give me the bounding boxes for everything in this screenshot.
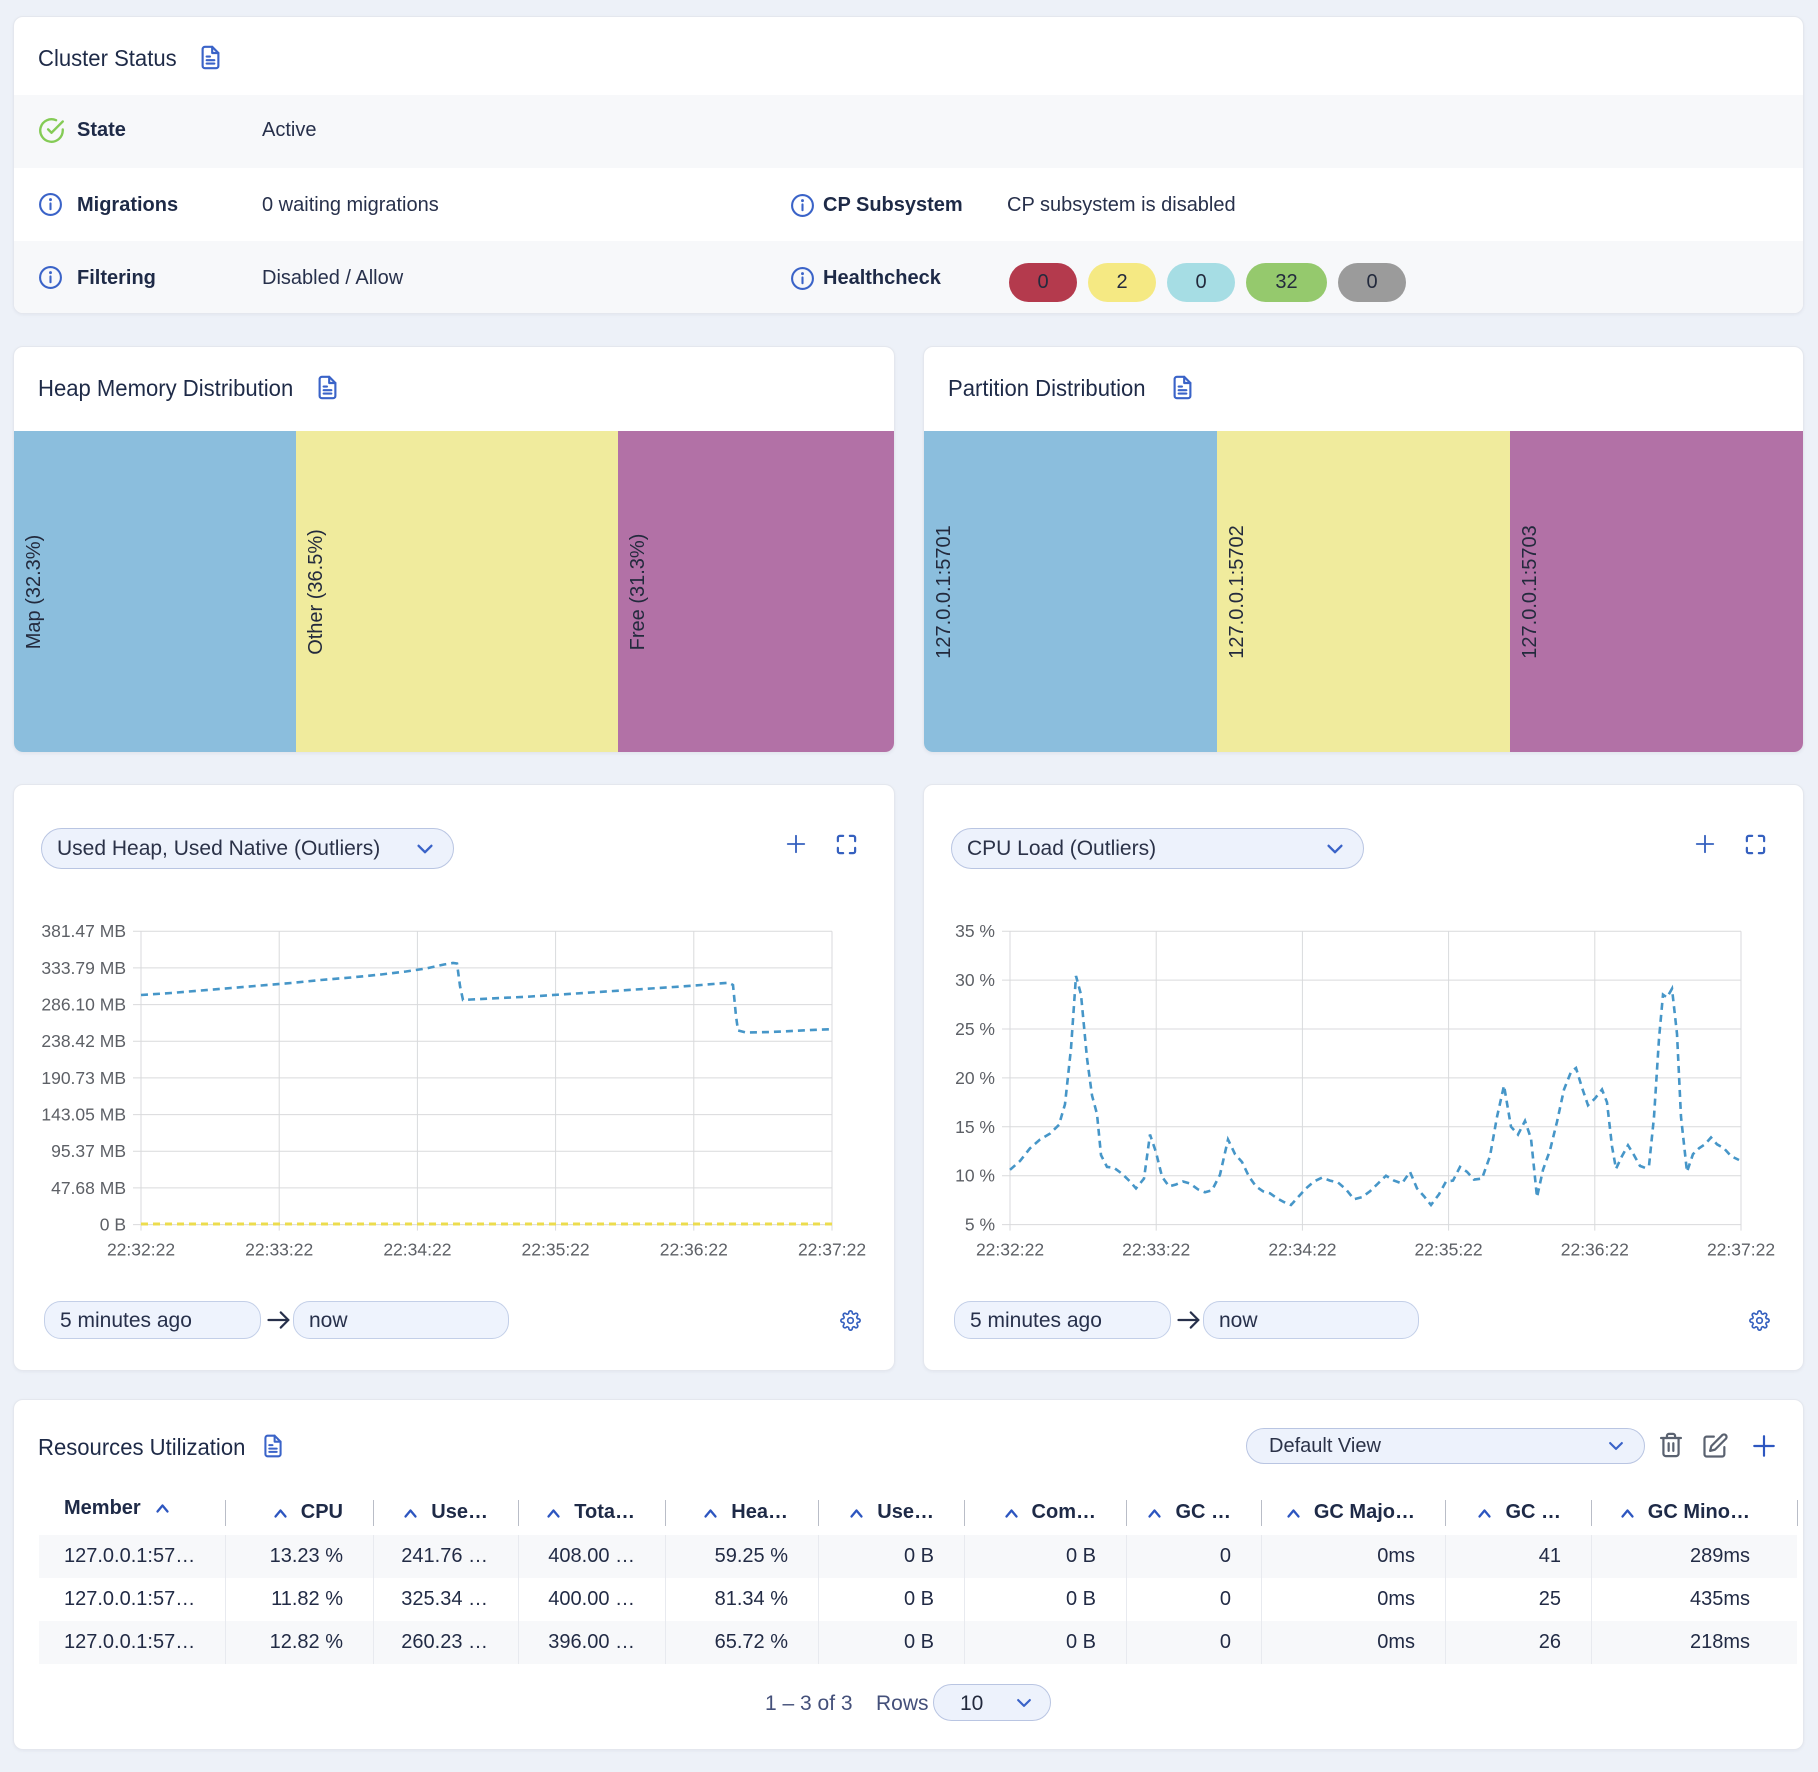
svg-text:22:36:22: 22:36:22 — [660, 1240, 728, 1260]
svg-text:30 %: 30 % — [955, 970, 995, 990]
svg-text:333.79 MB: 333.79 MB — [41, 958, 126, 978]
svg-text:15 %: 15 % — [955, 1117, 995, 1137]
svg-text:10 %: 10 % — [955, 1166, 995, 1186]
svg-text:22:33:22: 22:33:22 — [245, 1240, 313, 1260]
svg-text:238.42 MB: 238.42 MB — [41, 1031, 126, 1051]
svg-text:22:34:22: 22:34:22 — [1268, 1240, 1336, 1260]
svg-text:381.47 MB: 381.47 MB — [41, 921, 126, 941]
svg-text:190.73 MB: 190.73 MB — [41, 1068, 126, 1088]
svg-text:22:32:22: 22:32:22 — [976, 1240, 1044, 1260]
svg-text:22:37:22: 22:37:22 — [1707, 1240, 1775, 1260]
svg-text:143.05 MB: 143.05 MB — [41, 1105, 126, 1125]
svg-text:25 %: 25 % — [955, 1019, 995, 1039]
svg-text:22:34:22: 22:34:22 — [383, 1240, 451, 1260]
svg-text:22:36:22: 22:36:22 — [1561, 1240, 1629, 1260]
svg-text:22:35:22: 22:35:22 — [1415, 1240, 1483, 1260]
svg-text:20 %: 20 % — [955, 1068, 995, 1088]
svg-text:22:33:22: 22:33:22 — [1122, 1240, 1190, 1260]
svg-text:22:32:22: 22:32:22 — [107, 1240, 175, 1260]
svg-text:5 %: 5 % — [965, 1215, 995, 1235]
svg-text:35 %: 35 % — [955, 921, 995, 941]
svg-text:22:35:22: 22:35:22 — [522, 1240, 590, 1260]
svg-text:0 B: 0 B — [100, 1215, 126, 1235]
svg-text:47.68 MB: 47.68 MB — [51, 1178, 126, 1198]
svg-text:286.10 MB: 286.10 MB — [41, 995, 126, 1015]
svg-text:22:37:22: 22:37:22 — [798, 1240, 866, 1260]
svg-text:95.37 MB: 95.37 MB — [51, 1141, 126, 1161]
